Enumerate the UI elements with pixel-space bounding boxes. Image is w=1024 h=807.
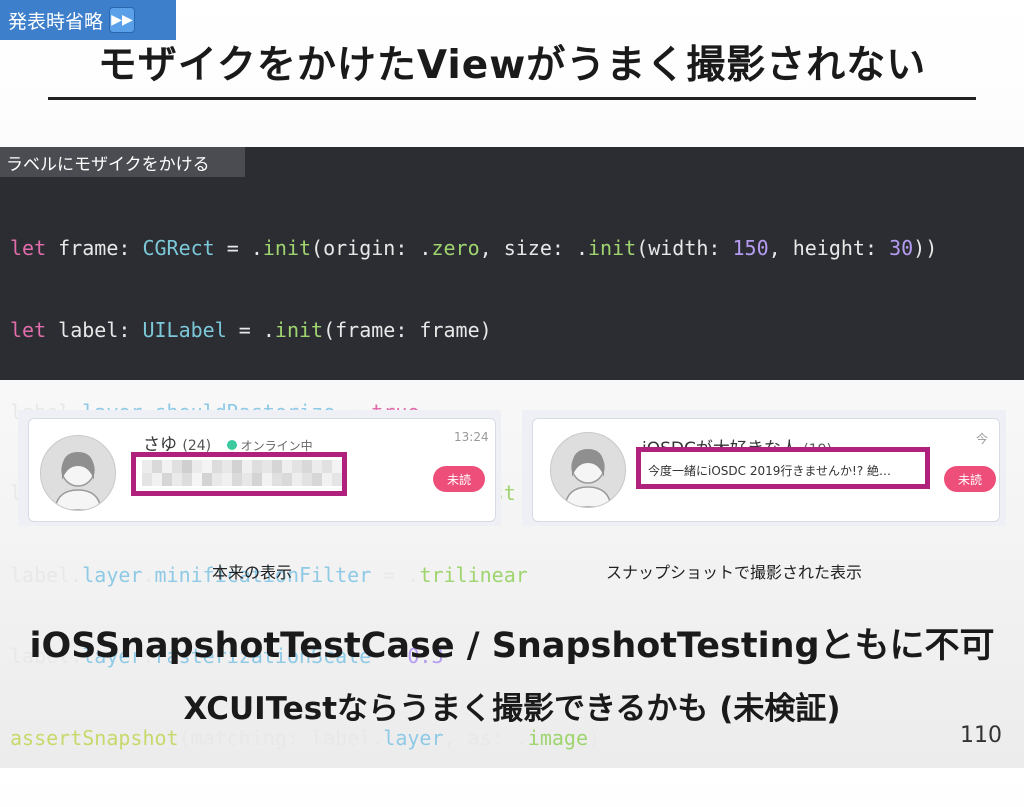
code-line-7: assertSnapshot(matching: label.layer, as… [10, 726, 601, 751]
user-avatar-icon [54, 452, 102, 510]
code-line-1: let frame: CGRect = .init(origin: .zero,… [10, 236, 938, 261]
page-number: 110 [960, 723, 1002, 748]
original-display-caption: 本来の表示 [212, 563, 293, 582]
title-underline [48, 97, 976, 100]
highlight-box [131, 452, 347, 496]
conclusion-line-2: XCUITestならうまく撮影できるかも (未検証) [183, 691, 841, 727]
code-label: ラベルにモザイクをかける [0, 147, 245, 177]
snapshot-display-screenshot: iOSDCが大好きな人 (19) 今 今度一緒にiOSDC 2019行きませんか… [522, 410, 1006, 526]
unread-badge: 未読 [433, 466, 485, 492]
online-status: オンライン中 [240, 439, 313, 453]
fast-forward-icon: ▶▶ [109, 7, 136, 33]
code-line-2: let label: UILabel = .init(frame: frame) [10, 318, 492, 343]
user-avatar-icon [564, 449, 612, 507]
avatar [40, 435, 116, 511]
avatar [550, 432, 626, 508]
online-status-icon [226, 440, 237, 450]
slide-title: モザイクをかけたViewがうまく撮影されない [97, 43, 927, 88]
unread-badge: 未読 [944, 466, 996, 492]
snapshot-display-caption: スナップショットで撮影された表示 [606, 563, 863, 582]
skip-badge-label: 発表時省略 [8, 10, 104, 33]
message-time: 今 [976, 432, 989, 446]
original-display-screenshot: さゆ (24) オンライン中 13:24 未読 [18, 410, 501, 526]
conclusion-line-1: iOSSnapshotTestCase / SnapshotTestingともに… [29, 626, 995, 666]
message-time: 13:24 [454, 430, 489, 444]
highlight-box [636, 447, 930, 489]
code-block: ラベルにモザイクをかける let frame: CGRect = .init(o… [0, 147, 1024, 750]
